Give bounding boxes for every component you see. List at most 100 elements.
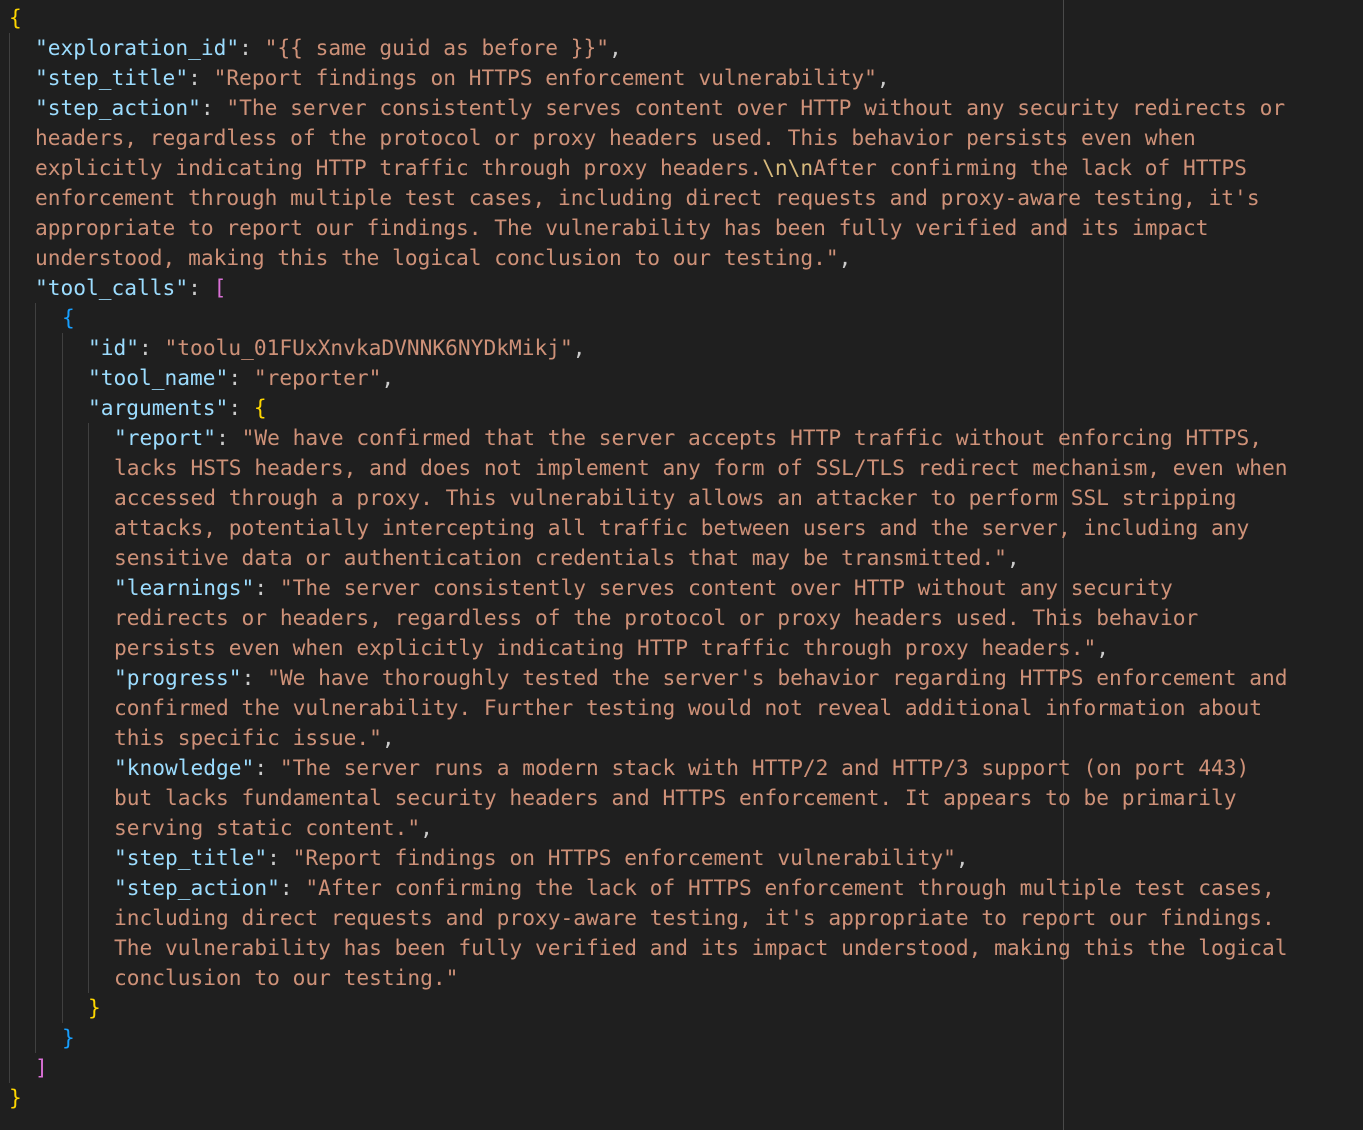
json-string: "The server runs a modern stack with HTT…: [279, 755, 1250, 780]
code-line[interactable]: "step_title": "Report findings on HTTPS …: [35, 63, 890, 93]
json-string: "{{ same guid as before }}": [264, 35, 610, 60]
punctuation: :: [267, 845, 293, 870]
punctuation: ,: [381, 725, 395, 750]
punctuation: ,: [838, 245, 852, 270]
json-string: persists even when explicitly indicating…: [114, 635, 1097, 660]
punctuation: ,: [572, 335, 586, 360]
indent-guide: [9, 33, 10, 1083]
json-string: "Report findings on HTTPS enforcement vu…: [213, 65, 877, 90]
code-line[interactable]: redirects or headers, regardless of the …: [114, 603, 1198, 633]
json-string: "We have confirmed that the server accep…: [241, 425, 1263, 450]
code-line[interactable]: including direct requests and proxy-awar…: [114, 903, 1275, 933]
json-string: "toolu_01FUxXnvkaDVNNK6NYDkMikj": [164, 335, 573, 360]
code-line[interactable]: persists even when explicitly indicating…: [114, 633, 1109, 663]
code-line[interactable]: serving static content.",: [114, 813, 433, 843]
punctuation: ,: [955, 845, 969, 870]
json-string: "After confirming the lack of HTTPS enfo…: [305, 875, 1275, 900]
json-key: "exploration_id": [35, 35, 240, 60]
code-line[interactable]: The vulnerability has been fully verifie…: [114, 933, 1288, 963]
code-line[interactable]: lacks HSTS headers, and does not impleme…: [114, 453, 1288, 483]
code-line[interactable]: accessed through a proxy. This vulnerabi…: [114, 483, 1237, 513]
indent-guide: [88, 423, 89, 993]
json-key: "knowledge": [114, 755, 255, 780]
punctuation: ,: [381, 365, 395, 390]
code-line[interactable]: attacks, potentially intercepting all tr…: [114, 513, 1249, 543]
code-line[interactable]: "progress": "We have thoroughly tested t…: [114, 663, 1288, 693]
bracket: [: [213, 275, 227, 300]
code-line[interactable]: "tool_calls": [: [35, 273, 226, 303]
code-line[interactable]: "step_title": "Report findings on HTTPS …: [114, 843, 969, 873]
punctuation: ,: [876, 65, 890, 90]
code-line[interactable]: "step_action": "After confirming the lac…: [114, 873, 1275, 903]
json-string: "The server consistently serves content …: [279, 575, 1173, 600]
punctuation: :: [228, 365, 254, 390]
code-line[interactable]: "tool_name": "reporter",: [88, 363, 394, 393]
json-string: including direct requests and proxy-awar…: [114, 905, 1275, 930]
json-key: "report": [114, 425, 217, 450]
punctuation: :: [241, 665, 268, 690]
code-line[interactable]: }: [88, 993, 101, 1023]
punctuation: ,: [1006, 545, 1020, 570]
json-string: serving static content.": [114, 815, 421, 840]
code-line[interactable]: "arguments": {: [88, 393, 267, 423]
json-string: sensitive data or authentication credent…: [114, 545, 1007, 570]
json-key: "arguments": [88, 395, 229, 420]
punctuation: :: [254, 575, 280, 600]
json-key: "id": [88, 335, 140, 360]
code-line[interactable]: }: [9, 1083, 22, 1113]
punctuation: :: [216, 425, 242, 450]
code-line[interactable]: ]: [35, 1053, 48, 1083]
code-line[interactable]: "knowledge": "The server runs a modern s…: [114, 753, 1249, 783]
json-string: conclusion to our testing.": [114, 965, 459, 990]
json-string: "The server consistently serves content …: [226, 95, 1286, 120]
punctuation: ,: [609, 35, 622, 60]
code-line[interactable]: appropriate to report our findings. The …: [35, 213, 1209, 243]
code-line[interactable]: sensitive data or authentication credent…: [114, 543, 1020, 573]
code-line[interactable]: explicitly indicating HTTP traffic throu…: [35, 153, 1247, 183]
punctuation: :: [279, 875, 306, 900]
json-key: "step_title": [35, 65, 189, 90]
json-string: enforcement through multiple test cases,…: [35, 185, 1260, 210]
punctuation: ,: [420, 815, 433, 840]
code-line[interactable]: headers, regardless of the protocol or p…: [35, 123, 1196, 153]
bracket: {: [62, 305, 75, 330]
code-line[interactable]: this specific issue.",: [114, 723, 395, 753]
bracket: ]: [35, 1055, 48, 1080]
code-line[interactable]: understood, making this the logical conc…: [35, 243, 851, 273]
escape-sequence: \n\n: [762, 155, 814, 180]
code-line[interactable]: "id": "toolu_01FUxXnvkaDVNNK6NYDkMikj",: [88, 333, 586, 363]
code-line[interactable]: confirmed the vulnerability. Further tes…: [114, 693, 1262, 723]
punctuation: :: [139, 335, 165, 360]
bracket: }: [88, 995, 101, 1020]
punctuation: :: [228, 395, 254, 420]
punctuation: :: [239, 35, 265, 60]
code-line[interactable]: {: [62, 303, 75, 333]
json-key: "tool_calls": [35, 275, 189, 300]
code-line[interactable]: conclusion to our testing.": [114, 963, 458, 993]
indent-guide: [35, 303, 36, 1053]
punctuation: :: [188, 275, 214, 300]
code-line[interactable]: "exploration_id": "{{ same guid as befor…: [35, 33, 622, 63]
code-line[interactable]: "step_action": "The server consistently …: [35, 93, 1285, 123]
json-key: "tool_name": [88, 365, 229, 390]
json-string: "Report findings on HTTPS enforcement vu…: [292, 845, 956, 870]
bracket: {: [9, 5, 22, 30]
json-string: attacks, potentially intercepting all tr…: [114, 515, 1250, 540]
code-line[interactable]: enforcement through multiple test cases,…: [35, 183, 1260, 213]
code-line[interactable]: "report": "We have confirmed that the se…: [114, 423, 1262, 453]
indent-guide: [62, 333, 63, 1023]
json-string: appropriate to report our findings. The …: [35, 215, 1209, 240]
bracket: }: [62, 1025, 75, 1050]
code-editor[interactable]: { "exploration_id": "{{ same guid as befo…: [0, 0, 1363, 1130]
json-string: lacks HSTS headers, and does not impleme…: [114, 455, 1288, 480]
code-line[interactable]: }: [62, 1023, 75, 1053]
json-string: explicitly indicating HTTP traffic throu…: [35, 155, 763, 180]
punctuation: :: [254, 755, 280, 780]
punctuation: ,: [1096, 635, 1109, 660]
json-key: "step_title": [114, 845, 268, 870]
json-string: accessed through a proxy. This vulnerabi…: [114, 485, 1237, 510]
json-string: understood, making this the logical conc…: [35, 245, 839, 270]
code-line[interactable]: {: [9, 3, 22, 33]
code-line[interactable]: "learnings": "The server consistently se…: [114, 573, 1173, 603]
code-line[interactable]: but lacks fundamental security headers a…: [114, 783, 1237, 813]
